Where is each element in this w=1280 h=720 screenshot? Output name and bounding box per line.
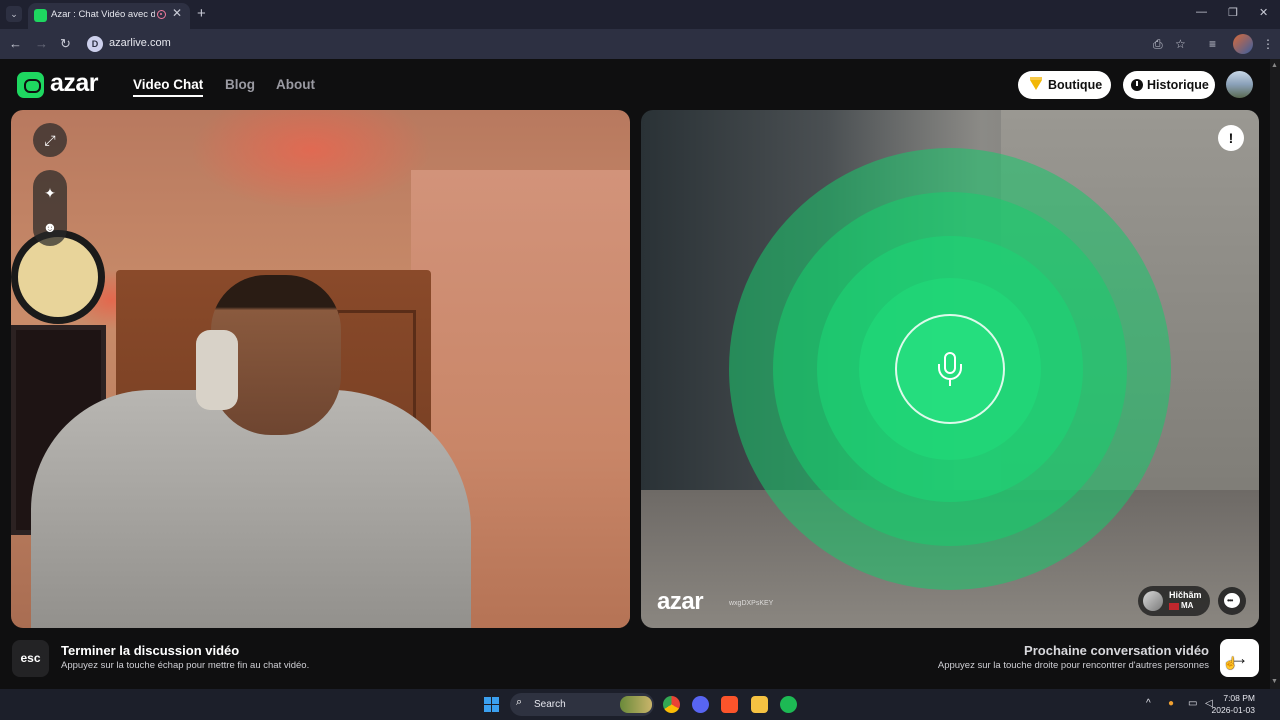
remote-video-feed: ! azar wxgDXPsKEY Hičhãm MA •••: [641, 110, 1259, 628]
taskbar-time[interactable]: 7:08 PM: [1223, 693, 1255, 703]
sparkle-effects-icon[interactable]: ✦: [33, 170, 67, 212]
next-chat-subtitle: Appuyez sur la touche droite pour rencon…: [937, 660, 1209, 671]
browser-menu-icon[interactable]: ⋮: [1262, 37, 1274, 51]
discord-icon[interactable]: [692, 696, 709, 713]
end-chat-subtitle: Appuyez sur la touche échap pour mettre …: [61, 660, 310, 671]
video-headset: [196, 330, 238, 410]
taskbar-search-label: Search: [534, 699, 566, 710]
peer-country: MA: [1181, 601, 1194, 610]
next-chat-title: Prochaine conversation vidéo: [1024, 643, 1209, 658]
close-window-icon[interactable]: ✕: [1259, 6, 1268, 19]
nav-active-underline: [133, 95, 203, 97]
file-explorer-icon[interactable]: [751, 696, 768, 713]
chrome-icon[interactable]: [663, 696, 680, 713]
peer-avatar: [1143, 591, 1163, 611]
face-filter-icon[interactable]: ☻: [33, 212, 67, 246]
scroll-up-icon[interactable]: ▲: [1271, 62, 1278, 69]
restore-icon[interactable]: ❐: [1228, 6, 1238, 19]
mouse-cursor-icon: ☝: [1223, 656, 1238, 670]
tray-mic-icon[interactable]: ●: [1168, 698, 1174, 709]
azar-watermark: azar: [657, 588, 704, 615]
media-controls-icon[interactable]: ≡: [1209, 37, 1216, 51]
azar-logo-icon[interactable]: [17, 72, 44, 98]
install-app-icon[interactable]: ⎙: [1153, 37, 1163, 52]
page-scrollbar[interactable]: [1270, 59, 1280, 689]
peer-profile-pill[interactable]: Hičhãm MA: [1138, 586, 1210, 616]
clock-icon: [1131, 79, 1143, 91]
video-wall-clock: [11, 230, 105, 324]
site-info-icon[interactable]: D: [87, 36, 103, 52]
taskbar-search[interactable]: ⌕ Search: [510, 693, 654, 716]
taskbar-date[interactable]: 2026-01-03: [1212, 705, 1255, 715]
search-icon: ⌕: [516, 696, 523, 708]
nav-video-chat[interactable]: Video Chat: [133, 77, 203, 92]
search-highlight-image: [620, 696, 652, 713]
forward-icon[interactable]: →: [35, 36, 48, 51]
user-avatar[interactable]: [1226, 71, 1253, 98]
minimize-icon[interactable]: —: [1196, 6, 1207, 18]
diamond-icon: [1030, 77, 1042, 90]
browser-tab-azar[interactable]: Azar : Chat Vidéo avec de n ✕: [28, 3, 190, 29]
address-bar: ← → ↻ D azarlive.com: [0, 29, 1280, 59]
scroll-down-icon[interactable]: ▼: [1271, 678, 1278, 685]
end-chat-title: Terminer la discussion vidéo: [61, 643, 240, 658]
peer-name: Hičhãm: [1169, 590, 1202, 600]
taskbar: ⌕ Search ^ ● ▭ ◁ 7:08 PM 2026-01-03: [0, 689, 1280, 720]
url-field[interactable]: D azarlive.com: [84, 32, 1204, 56]
microphone-icon-stem: [948, 380, 951, 386]
back-icon[interactable]: ←: [9, 36, 22, 51]
expand-icon[interactable]: ⤢: [33, 123, 67, 157]
brave-icon[interactable]: [721, 696, 738, 713]
morocco-flag-icon: [1169, 603, 1179, 610]
azar-favicon-icon: [34, 9, 47, 22]
tab-title: Azar : Chat Vidéo avec de n: [51, 9, 155, 20]
app-header: azar Video Chat Blog About Boutique Hist…: [0, 59, 1270, 109]
browser-profile-avatar[interactable]: [1233, 34, 1253, 54]
spotify-icon[interactable]: [780, 696, 797, 713]
boutique-button[interactable]: Boutique: [1018, 71, 1111, 99]
historique-button[interactable]: Historique: [1123, 71, 1215, 99]
bookmark-star-icon[interactable]: ☆: [1175, 37, 1186, 51]
reload-icon[interactable]: ↻: [60, 36, 71, 52]
tray-network-icon[interactable]: ▭: [1188, 698, 1197, 709]
azar-logo-text[interactable]: azar: [50, 69, 99, 98]
watermark-id: wxgDXPsKEY: [729, 600, 774, 607]
chat-dots-icon: •••: [1227, 596, 1233, 605]
report-icon[interactable]: !: [1218, 125, 1244, 151]
nav-blog[interactable]: Blog: [225, 77, 255, 92]
browser-tab-bar: ⌄ Azar : Chat Vidéo avec de n ✕ + — ❐ ✕: [0, 0, 1280, 29]
esc-key-button[interactable]: esc: [12, 640, 49, 677]
tray-overflow-icon[interactable]: ^: [1146, 698, 1151, 709]
chat-button[interactable]: •••: [1218, 587, 1246, 615]
local-video-feed: ⤢ ✦ ☻: [11, 110, 630, 628]
url-text: azarlive.com: [109, 37, 171, 49]
tab-close-icon[interactable]: ✕: [172, 6, 182, 20]
tab-search-button[interactable]: ⌄: [6, 6, 22, 22]
recording-indicator-icon: [157, 10, 166, 19]
new-tab-button[interactable]: +: [197, 5, 206, 22]
boutique-label: Boutique: [1048, 78, 1103, 92]
nav-about[interactable]: About: [276, 77, 315, 92]
windows-start-icon[interactable]: [484, 697, 499, 712]
historique-label: Historique: [1147, 78, 1209, 92]
